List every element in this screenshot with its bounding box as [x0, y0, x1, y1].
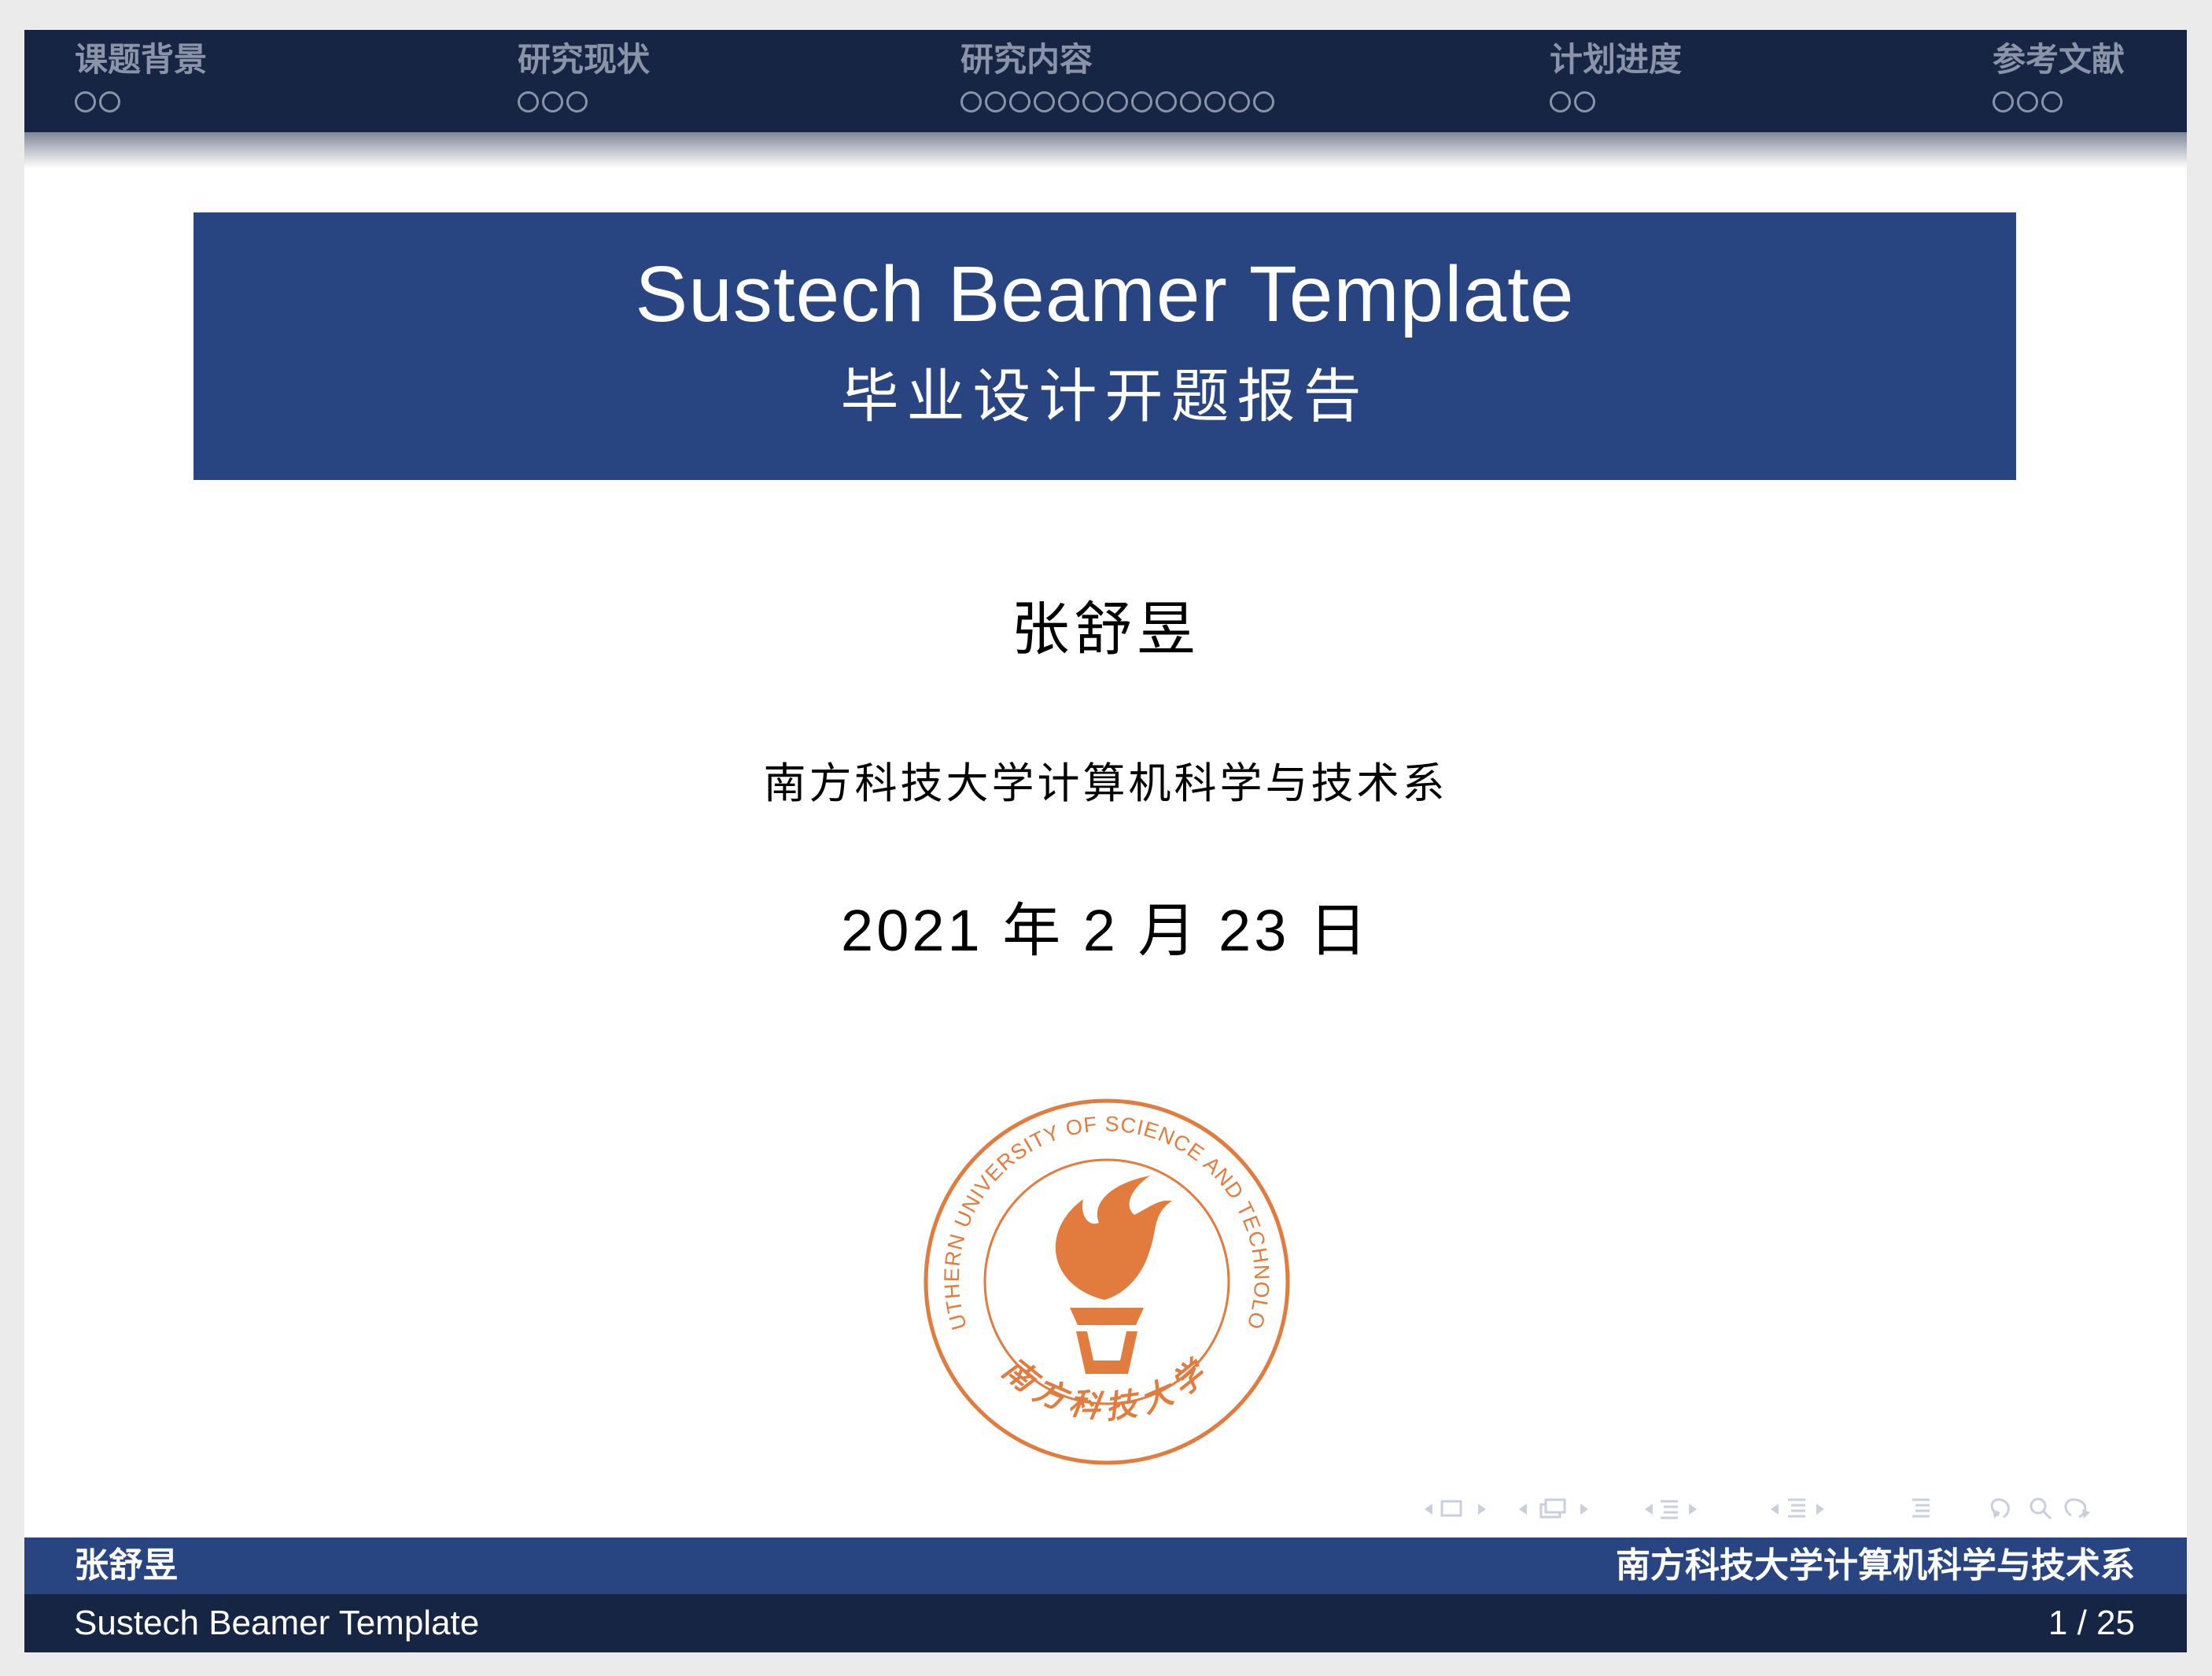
- torch-icon: [1055, 1176, 1172, 1374]
- forward-icon[interactable]: [2064, 1498, 2090, 1519]
- nav-slide-dot[interactable]: [1107, 91, 1128, 113]
- search-icon[interactable]: [2030, 1497, 2052, 1520]
- nav-slide-dot[interactable]: [566, 91, 588, 113]
- nav-slide-dot[interactable]: [1180, 91, 1201, 113]
- nav-shadow: [24, 132, 2187, 168]
- page-number: 1 / 25: [2048, 1604, 2135, 1642]
- footer-institute: 南方科技大学计算机科学与技术系: [1616, 1545, 2135, 1586]
- footer-short-title: Sustech Beamer Template: [74, 1604, 480, 1642]
- university-logo: SOUTHERN UNIVERSITY OF SCIENCE AND TECHN…: [922, 1097, 1290, 1465]
- nav-section-2[interactable]: 研究内容: [960, 36, 1274, 113]
- nav-slide-dot[interactable]: [1009, 91, 1030, 113]
- nav-section-title: 研究现状: [518, 40, 651, 79]
- nav-slide-dots: [960, 91, 1274, 113]
- appendix-nav-icon[interactable]: [1912, 1498, 1930, 1518]
- nav-slide-dot[interactable]: [542, 91, 563, 113]
- nav-slide-dot[interactable]: [1082, 91, 1104, 113]
- footer-author: 张舒昱: [74, 1545, 178, 1586]
- nav-slide-dot[interactable]: [75, 91, 96, 113]
- footer-upper: 张舒昱 南方科技大学计算机科学与技术系: [24, 1538, 2187, 1594]
- nav-slide-dot[interactable]: [1574, 91, 1595, 113]
- nav-slide-dot[interactable]: [1229, 91, 1250, 113]
- frame-nav-icon[interactable]: [1425, 1500, 1486, 1517]
- nav-slide-dot[interactable]: [985, 91, 1006, 113]
- nav-section-title: 参考文献: [1993, 40, 2125, 79]
- presentation-date: 2021 年 2 月 23 日: [841, 898, 1370, 963]
- section-nav-icon[interactable]: [1645, 1500, 1697, 1519]
- slide: 课题背景 研究现状 研究内容 计划进度 参考文献 Sustech Beamer …: [24, 30, 2187, 1652]
- nav-section-4[interactable]: 参考文献: [1993, 36, 2125, 113]
- back-icon[interactable]: [1990, 1498, 2010, 1519]
- institute-name: 南方科技大学计算机科学与技术系: [763, 759, 1448, 808]
- presentation-subtitle: 毕业设计开题报告: [840, 363, 1370, 430]
- nav-slide-dots: [75, 91, 207, 113]
- nav-section-title: 计划进度: [1550, 40, 1683, 79]
- nav-slide-dot[interactable]: [2017, 91, 2038, 113]
- nav-section-0[interactable]: 课题背景: [75, 36, 207, 113]
- footer-lower: Sustech Beamer Template 1 / 25: [24, 1594, 2187, 1652]
- nav-slide-dot[interactable]: [99, 91, 120, 113]
- nav-section-3[interactable]: 计划进度: [1550, 36, 1682, 113]
- nav-slide-dot[interactable]: [518, 91, 539, 113]
- nav-slide-dot[interactable]: [1131, 91, 1152, 113]
- presentation-title: Sustech Beamer Template: [635, 250, 1575, 338]
- nav-slide-dot[interactable]: [1058, 91, 1079, 113]
- nav-slide-dots: [1993, 91, 2125, 113]
- title-block: Sustech Beamer Template 毕业设计开题报告: [194, 212, 2016, 480]
- nav-slide-dots: [1550, 91, 1682, 113]
- document-nav-icon[interactable]: [1771, 1498, 1824, 1518]
- nav-slide-dot[interactable]: [1550, 91, 1571, 113]
- nav-slide-dot[interactable]: [1253, 91, 1274, 113]
- nav-slide-dot[interactable]: [2041, 91, 2063, 113]
- nav-section-title: 课题背景: [75, 40, 208, 79]
- nav-slide-dot[interactable]: [960, 91, 982, 113]
- nav-slide-dot[interactable]: [1204, 91, 1226, 113]
- nav-section-title: 研究内容: [960, 40, 1093, 79]
- nav-slide-dots: [518, 91, 650, 113]
- nav-slide-dot[interactable]: [1156, 91, 1177, 113]
- subsection-nav-icon[interactable]: [1519, 1498, 1588, 1519]
- nav-slide-dot[interactable]: [1993, 91, 2014, 113]
- author-name: 张舒昱: [1011, 596, 1200, 663]
- section-navigation-bar: 课题背景 研究现状 研究内容 计划进度 参考文献: [24, 30, 2187, 132]
- beamer-navigation-symbols: [1425, 1497, 2090, 1520]
- nav-slide-dot[interactable]: [1034, 91, 1055, 113]
- nav-section-1[interactable]: 研究现状: [518, 36, 650, 113]
